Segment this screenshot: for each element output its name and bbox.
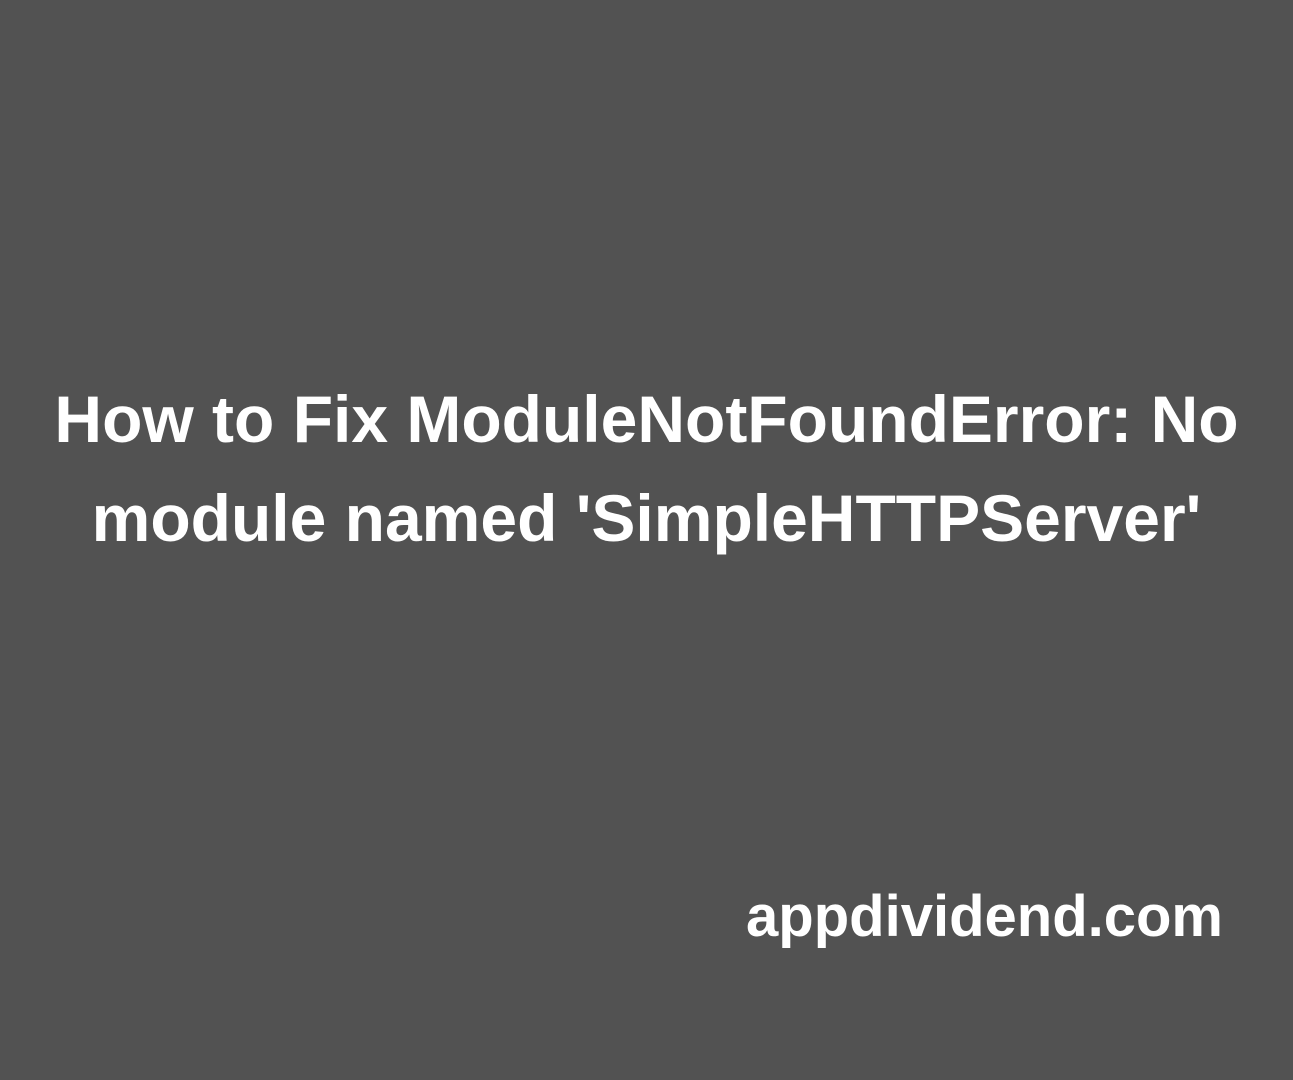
site-attribution: appdividend.com — [746, 883, 1223, 950]
article-title: How to Fix ModuleNotFoundError: No modul… — [0, 370, 1293, 568]
